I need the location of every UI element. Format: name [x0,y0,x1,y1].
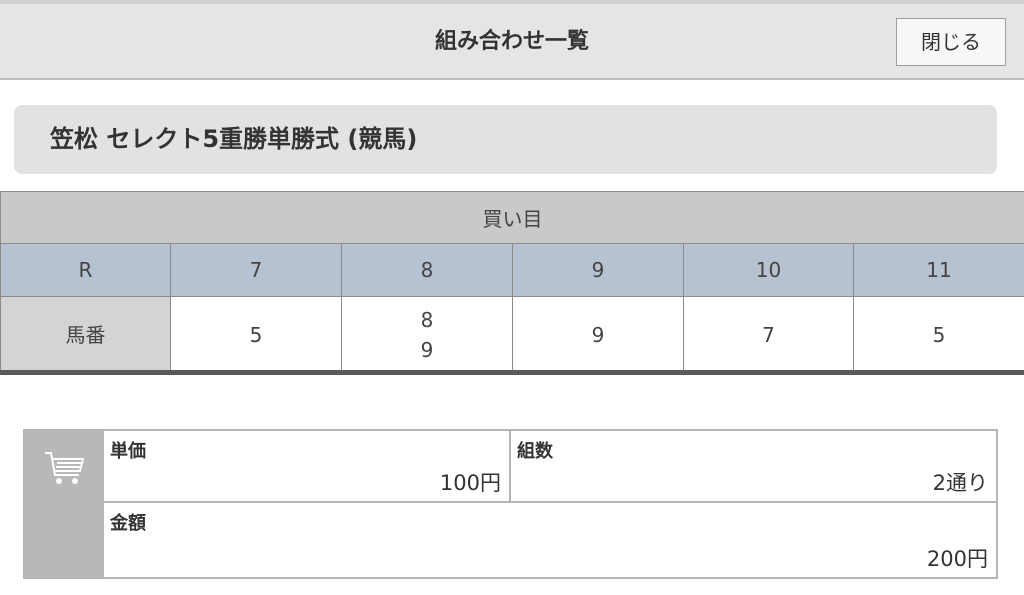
horse-number: 9 [420,338,434,362]
horse-number: 8 [420,308,434,332]
page-title: 組み合わせ一覧 [434,29,589,54]
horse-number-row: 馬番 5 89 9 7 5 [0,296,1024,374]
combinations-label: 組数 [517,441,553,462]
race-number-row: R 7 8 9 10 11 [0,243,1024,297]
horse-cell: 9 [512,296,684,374]
race-row-label: R [0,243,171,297]
close-button[interactable]: 閉じる [896,18,1006,66]
header-bar: 組み合わせ一覧 閉じる [0,0,1024,80]
cart-column [25,431,104,577]
horse-cell: 7 [683,296,854,374]
amount-value: 200円 [926,547,988,571]
race-number: 11 [852,243,1024,297]
race-number: 9 [512,243,684,297]
combinations-value: 2通り [932,471,988,495]
purchase-summary: 単価 100円 組数 2通り 金額 200円 [23,429,998,579]
horse-cell: 89 [341,296,513,374]
amount-cell: 金額 200円 [104,503,996,577]
bets-table: 買い目 R 7 8 9 10 11 馬番 5 89 9 7 5 [0,191,1024,374]
unit-price-value: 100円 [439,471,501,495]
horse-number: 7 [762,323,775,347]
horse-cell: 5 [170,296,342,374]
unit-price-label: 単価 [110,441,146,462]
race-title: 笠松 セレクト5重勝単勝式 (競馬) [50,125,418,153]
combinations-cell: 組数 2通り [511,431,996,503]
race-number: 7 [170,243,342,297]
race-number: 10 [683,243,854,297]
horse-cell: 5 [852,296,1024,374]
amount-label: 金額 [110,513,146,534]
race-number: 8 [341,243,513,297]
horse-number: 5 [932,323,946,347]
table-heading-row: 買い目 [0,191,1024,244]
horse-row-label: 馬番 [0,296,171,374]
race-title-box: 笠松 セレクト5重勝単勝式 (競馬) [14,105,997,174]
horse-number: 5 [249,323,263,347]
horse-number: 9 [591,323,605,347]
cart-icon [45,452,85,484]
table-heading: 買い目 [0,191,1024,244]
unit-price-cell: 単価 100円 [104,431,511,503]
